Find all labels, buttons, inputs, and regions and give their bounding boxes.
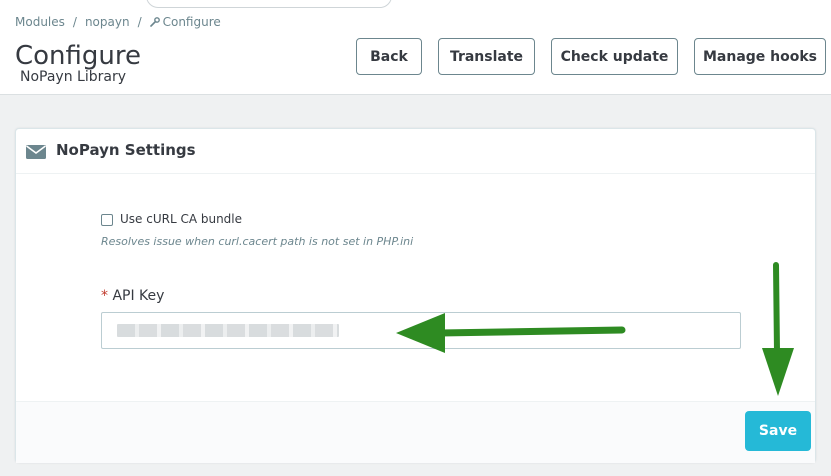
panel-footer	[16, 401, 815, 463]
api-key-input[interactable]	[101, 312, 741, 349]
panel-heading: NoPayn Settings	[16, 129, 815, 174]
settings-panel: NoPayn Settings Use cURL CA bundle Resol…	[15, 128, 816, 463]
curl-ca-bundle-label[interactable]: Use cURL CA bundle	[120, 212, 242, 226]
api-key-label: * API Key	[101, 288, 164, 304]
breadcrumb-separator: /	[72, 15, 77, 29]
breadcrumb-separator: /	[137, 15, 142, 29]
envelope-icon	[26, 145, 46, 159]
panel-title: NoPayn Settings	[56, 141, 196, 159]
required-asterisk: *	[101, 288, 108, 304]
api-key-label-text: API Key	[112, 288, 165, 304]
api-key-obscured-value	[117, 324, 339, 337]
check-update-button[interactable]: Check update	[551, 38, 678, 75]
breadcrumb-item-configure: Configure	[162, 15, 221, 29]
breadcrumb-item-modules[interactable]: Modules	[15, 15, 65, 29]
curl-ca-bundle-checkbox[interactable]	[101, 214, 113, 226]
manage-hooks-button[interactable]: Manage hooks	[694, 38, 826, 75]
breadcrumb-item-nopayn[interactable]: nopayn	[85, 15, 130, 29]
translate-button[interactable]: Translate	[438, 38, 535, 75]
back-button[interactable]: Back	[356, 38, 422, 75]
save-button[interactable]: Save	[745, 411, 811, 451]
search-input[interactable]	[146, 0, 392, 8]
page-header: Modules / nopayn / Configure Configure N…	[0, 0, 831, 95]
wrench-icon	[149, 17, 160, 27]
page-subtitle: NoPayn Library	[20, 69, 126, 85]
curl-ca-bundle-help: Resolves issue when curl.cacert path is …	[101, 235, 414, 248]
breadcrumb: Modules / nopayn / Configure	[15, 15, 221, 29]
